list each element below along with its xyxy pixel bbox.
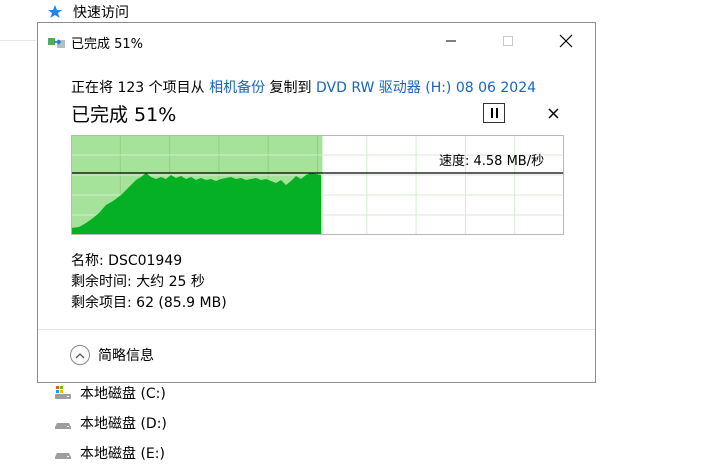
pause-icon-bar: [495, 108, 498, 118]
summary-middle: 复制到: [269, 80, 312, 96]
nav-item-drive-d[interactable]: 本地磁盘 (D:): [54, 413, 167, 433]
fewer-details-label: 简略信息: [98, 348, 154, 364]
time-remaining: 剩余时间: 大约 25 秒: [71, 274, 205, 290]
copy-progress-dialog: 已完成 51% 正在将 123 个项目从 相机备份 复制到 DVD RW 驱动器…: [37, 22, 596, 383]
explorer-nav-pane: [0, 0, 40, 461]
minimize-button[interactable]: [428, 29, 474, 53]
nav-item-label: 本地磁盘 (C:): [80, 386, 166, 402]
items-remaining: 剩余项目: 62 (85.9 MB): [71, 295, 227, 311]
maximize-button[interactable]: [485, 29, 531, 53]
close-icon: [559, 34, 573, 48]
minimize-icon: [446, 40, 456, 42]
copy-details: 名称: DSC01949 剩余时间: 大约 25 秒 剩余项目: 62 (85.…: [71, 251, 227, 314]
fewer-details-button[interactable]: 简略信息: [70, 345, 154, 365]
copy-summary: 正在将 123 个项目从 相机备份 复制到 DVD RW 驱动器 (H:) 08…: [71, 77, 536, 97]
nav-item-label: 本地磁盘 (E:): [80, 446, 165, 462]
nav-item-label: 本地磁盘 (D:): [80, 416, 167, 432]
footer-divider: [38, 329, 595, 330]
nav-item-drive-c[interactable]: 本地磁盘 (C:): [54, 383, 166, 403]
close-window-button[interactable]: [543, 29, 589, 53]
drive-icon: [54, 385, 72, 401]
speed-label: 速度: 4.58 MB/秒: [439, 154, 545, 169]
cancel-button[interactable]: [543, 103, 563, 123]
source-folder-link[interactable]: 相机备份: [209, 80, 265, 96]
file-name: 名称: DSC01949: [71, 253, 183, 269]
maximize-icon: [503, 36, 513, 46]
star-icon: [47, 4, 65, 20]
progress-title: 已完成 51%: [71, 104, 177, 126]
window-title: 已完成 51%: [71, 37, 144, 52]
nav-item-label: 快速访问: [73, 5, 129, 21]
nav-item-drive-e[interactable]: 本地磁盘 (E:): [54, 443, 165, 463]
copy-icon: [48, 34, 66, 48]
title-bar[interactable]: 已完成 51%: [38, 23, 595, 59]
drive-icon: [54, 445, 72, 461]
destination-link[interactable]: DVD RW 驱动器 (H:) 08 06 2024: [316, 80, 536, 96]
summary-prefix: 正在将 123 个项目从: [71, 80, 205, 96]
nav-divider: [0, 40, 36, 41]
chevron-up-icon: [70, 345, 90, 365]
drive-icon: [54, 415, 72, 431]
pause-button[interactable]: [483, 103, 505, 123]
nav-item-quick-access[interactable]: 快速访问: [47, 2, 129, 22]
pause-icon: [490, 108, 493, 118]
close-icon: [547, 107, 559, 119]
